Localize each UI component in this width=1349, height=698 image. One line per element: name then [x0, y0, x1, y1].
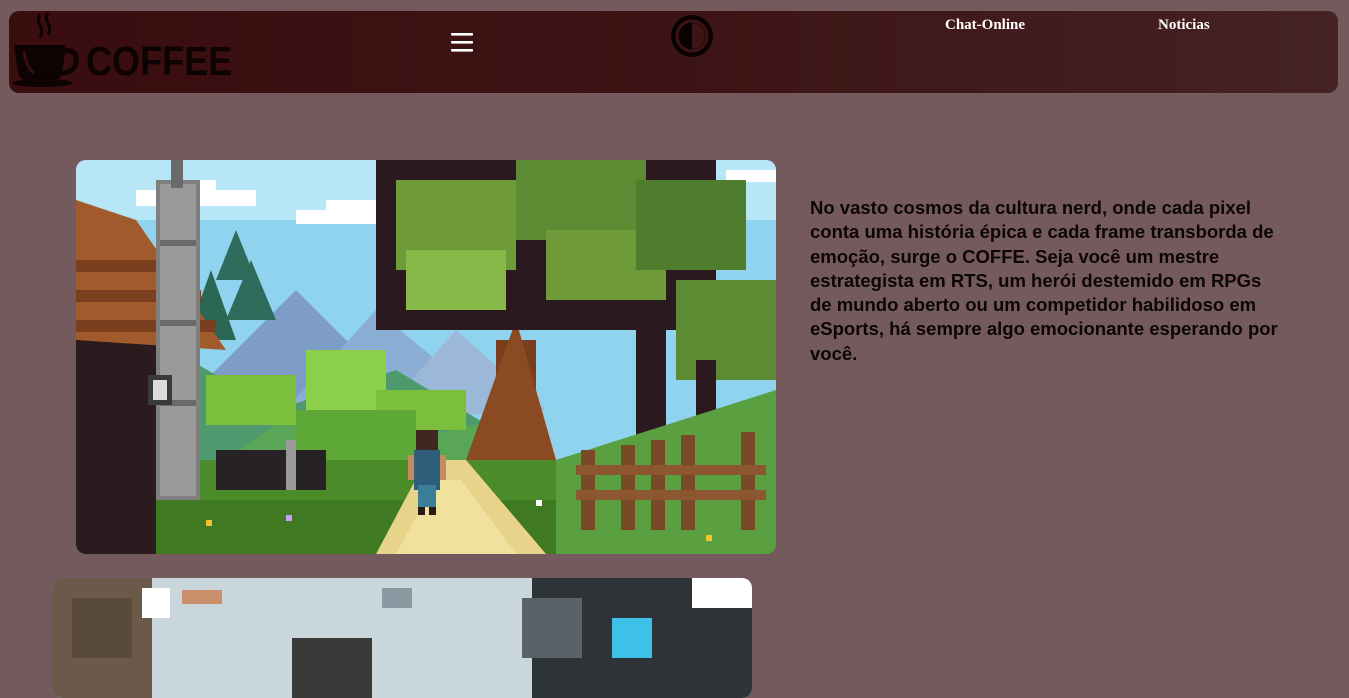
- second-image: [52, 578, 752, 698]
- top-navbar: COFFEE Chat-Online Noticias: [9, 11, 1338, 93]
- logo-text: COFFEE: [86, 38, 233, 84]
- hamburger-menu-icon[interactable]: [450, 29, 476, 55]
- coffee-cup-icon: [12, 12, 79, 87]
- intro-paragraph: No vasto cosmos da cultura nerd, onde ca…: [810, 197, 1278, 364]
- nav-link-chat-online[interactable]: Chat-Online: [945, 17, 1025, 34]
- hero-image: [76, 160, 776, 554]
- nav-link-noticias[interactable]: Noticias: [1158, 17, 1210, 34]
- contrast-toggle-icon[interactable]: [669, 13, 715, 59]
- coffee-logo[interactable]: COFFEE: [10, 11, 232, 87]
